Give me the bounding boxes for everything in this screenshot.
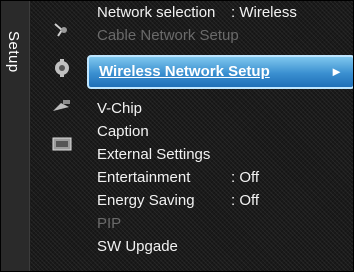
menu-item-sw-upgrade[interactable]: SW Upgade [95, 235, 353, 258]
menu-item-energy-saving[interactable]: Energy Saving : Off [95, 189, 353, 212]
menu-item-label: Entertainment [97, 169, 191, 186]
setup-side-tab[interactable]: Setup [1, 1, 30, 271]
menu-item-entertainment[interactable]: Entertainment : Off [95, 166, 353, 189]
menu-item-caption[interactable]: Caption [95, 120, 353, 143]
menu-item-cable-network-setup: Cable Network Setup [95, 24, 353, 47]
menu-item-external-settings[interactable]: External Settings [95, 143, 353, 166]
menu-item-label: Caption [97, 123, 149, 140]
menu-item-label: Energy Saving [97, 192, 195, 209]
menu-item-v-chip[interactable]: V-Chip [95, 97, 353, 120]
menu-item-label: PIP [97, 215, 122, 232]
menu-item-value: : Off [231, 192, 260, 209]
menu-item-value: : Off [231, 169, 260, 186]
menu-item-pip: PIP [95, 212, 353, 235]
menu-item-wireless-network-setup[interactable]: Wireless Network Setup ► [87, 55, 353, 89]
submenu-arrow-icon: ► [330, 64, 343, 79]
category-icon-column [45, 21, 85, 173]
menu-item-label: SW Upgade [97, 238, 178, 255]
side-tab-label: Setup [5, 31, 22, 73]
menu-item-label: Network selection [97, 4, 216, 21]
menu-item-label: Cable Network Setup [97, 27, 239, 44]
tv-osd-menu: Setup Network selection: Wireless Cable… [0, 0, 354, 272]
satellite-icon[interactable] [51, 97, 73, 115]
menu-item-label: Wireless Network Setup [99, 63, 270, 80]
menu-item-label: V-Chip [97, 100, 143, 117]
menu-item-label: External Settings [97, 146, 211, 163]
setup-gear-icon[interactable] [51, 59, 73, 77]
menu-item-network-selection[interactable]: Network selection : Wireless [95, 1, 353, 24]
menu-item-value: : Wireless [231, 4, 297, 21]
antenna-icon[interactable] [51, 21, 73, 39]
input-panel-icon[interactable] [51, 135, 73, 153]
setup-menu-list: Network selection : Wireless Cable Netwo… [87, 1, 353, 258]
